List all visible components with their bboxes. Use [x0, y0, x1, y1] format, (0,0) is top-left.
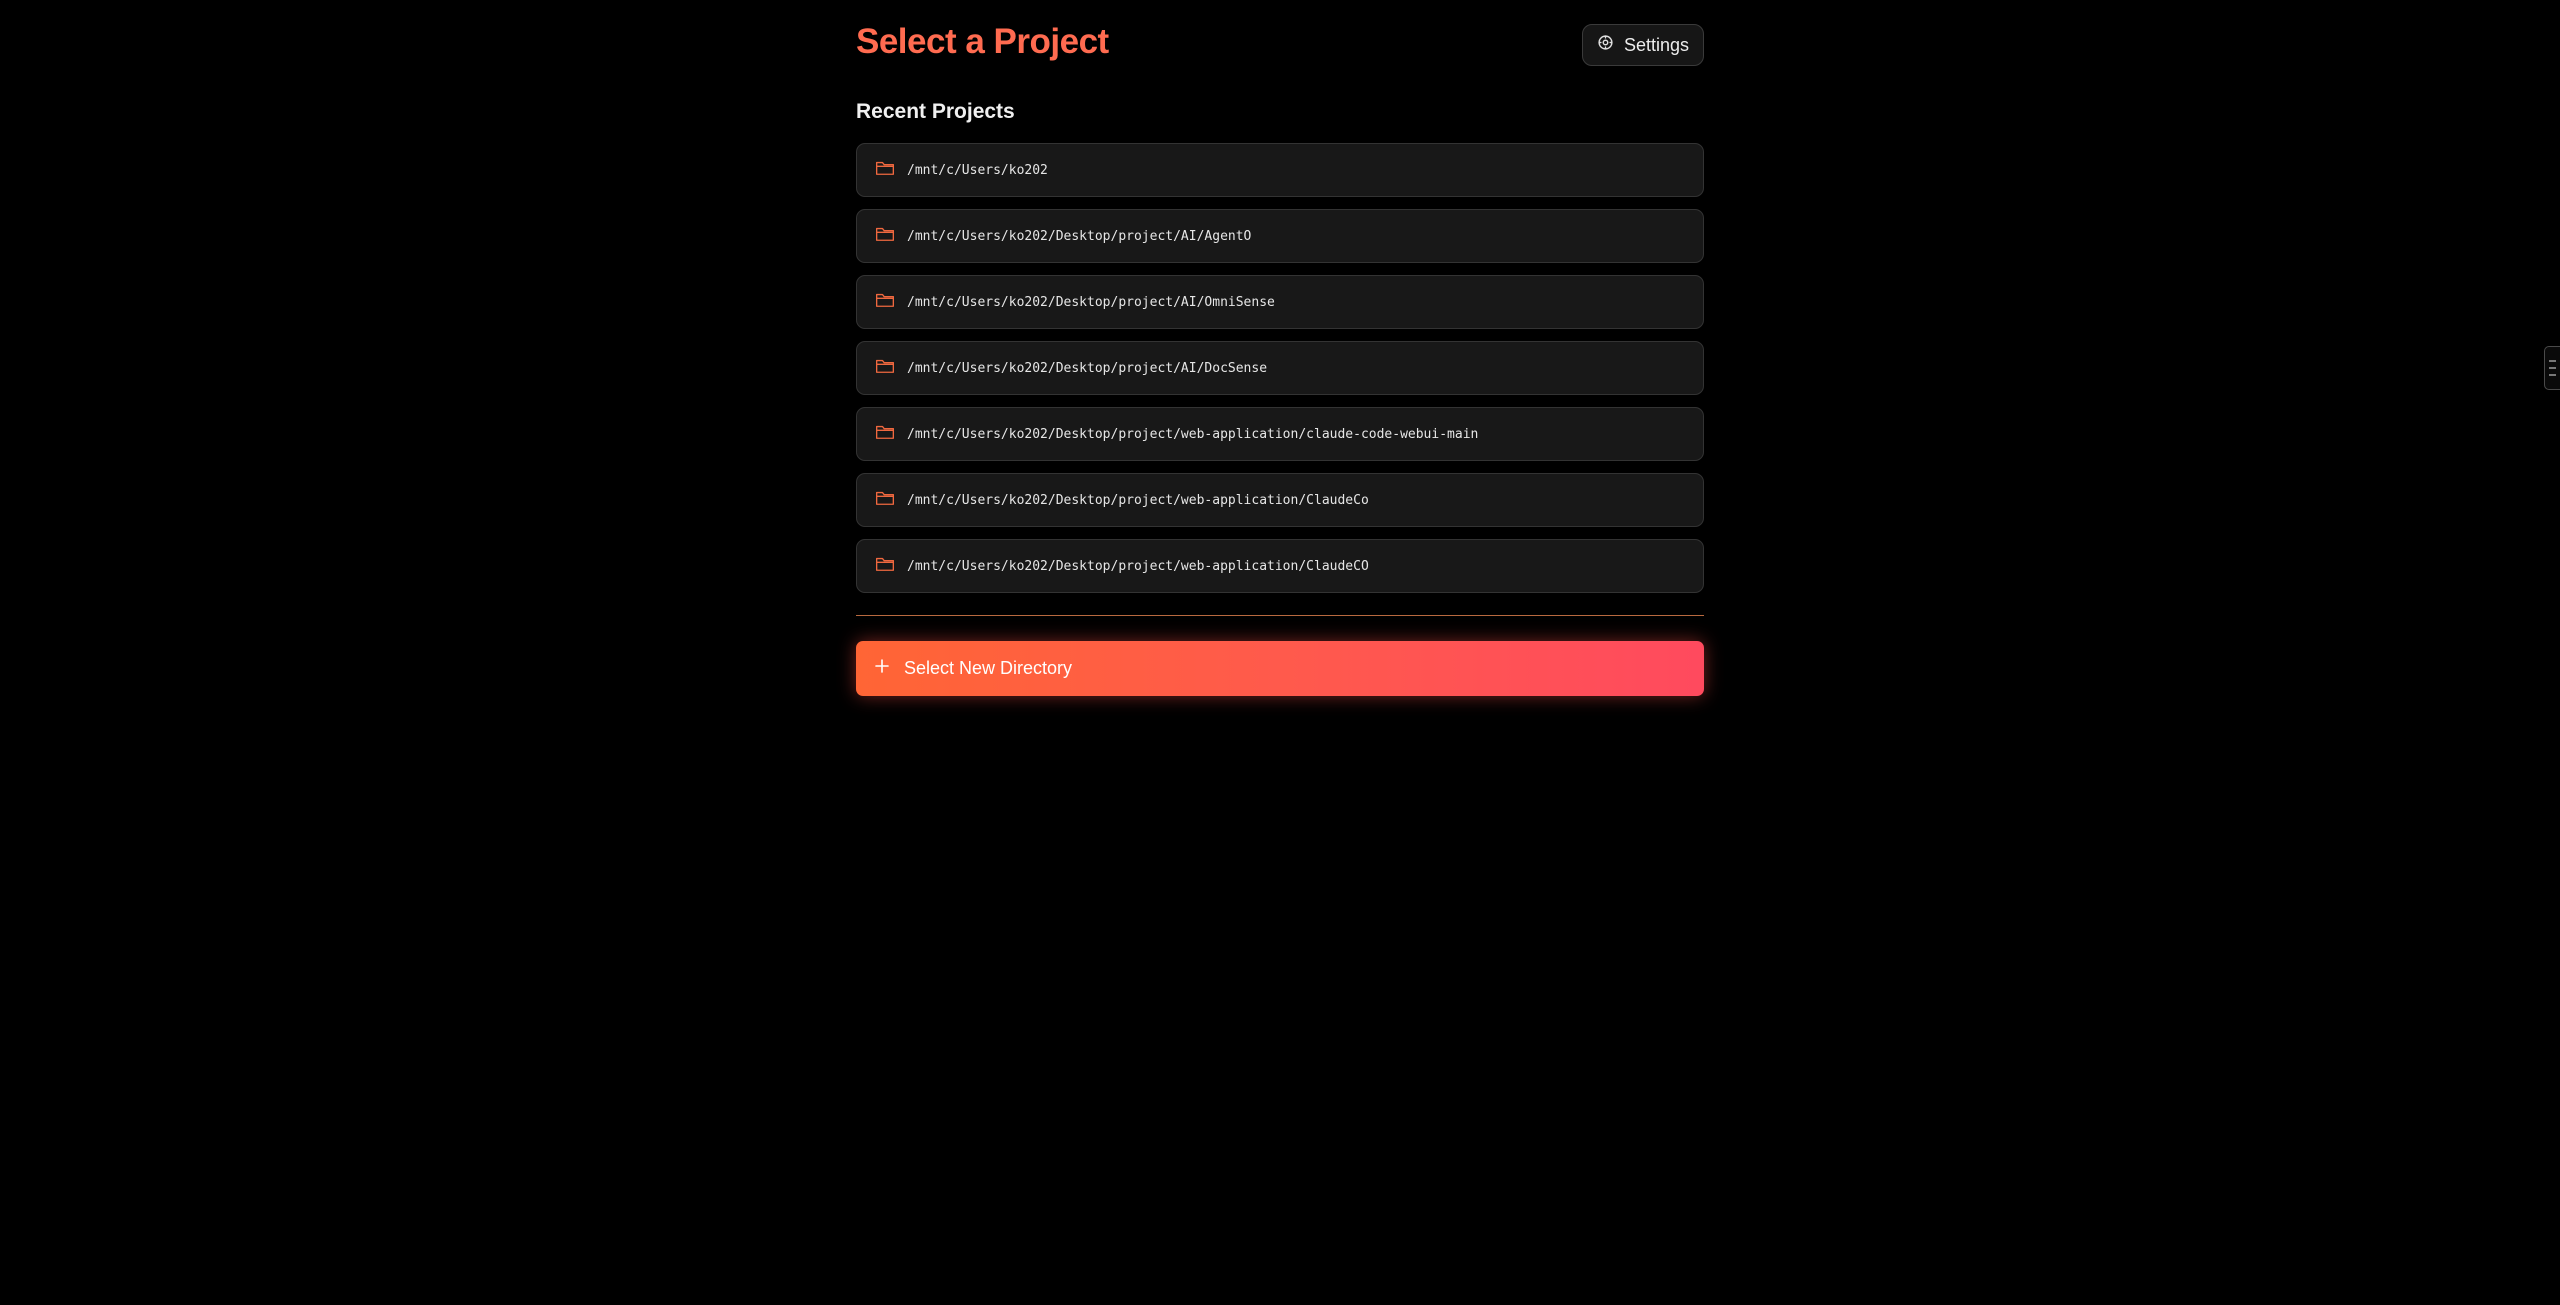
project-item[interactable]: /mnt/c/Users/ko202/Desktop/project/web-a…	[856, 539, 1704, 593]
select-new-directory-button[interactable]: Select New Directory	[856, 641, 1704, 696]
project-path: /mnt/c/Users/ko202/Desktop/project/web-a…	[907, 426, 1479, 442]
grip-line	[2549, 360, 2556, 362]
folder-icon	[875, 423, 895, 446]
gear-icon	[1597, 34, 1614, 56]
grip-line	[2549, 367, 2556, 369]
folder-icon	[875, 159, 895, 182]
project-item[interactable]: /mnt/c/Users/ko202/Desktop/project/AI/Ag…	[856, 209, 1704, 263]
plus-icon	[874, 658, 890, 679]
project-item[interactable]: /mnt/c/Users/ko202	[856, 143, 1704, 197]
project-path: /mnt/c/Users/ko202/Desktop/project/AI/Ag…	[907, 228, 1252, 244]
folder-icon	[875, 291, 895, 314]
folder-icon	[875, 225, 895, 248]
divider	[856, 615, 1704, 616]
header: Select a Project Settings	[856, 0, 1704, 90]
project-item[interactable]: /mnt/c/Users/ko202/Desktop/project/web-a…	[856, 407, 1704, 461]
project-item[interactable]: /mnt/c/Users/ko202/Desktop/project/web-a…	[856, 473, 1704, 527]
project-item[interactable]: /mnt/c/Users/ko202/Desktop/project/AI/Om…	[856, 275, 1704, 329]
settings-button[interactable]: Settings	[1582, 24, 1704, 66]
folder-icon	[875, 489, 895, 512]
side-panel-handle[interactable]	[2544, 346, 2560, 390]
recent-projects-list: /mnt/c/Users/ko202 /mnt/c/Users/ko202/De…	[856, 143, 1704, 605]
select-new-directory-label: Select New Directory	[904, 658, 1073, 678]
grip-line	[2549, 374, 2556, 376]
recent-projects-heading: Recent Projects	[856, 100, 1015, 123]
project-path: /mnt/c/Users/ko202/Desktop/project/web-a…	[907, 558, 1369, 574]
project-path: /mnt/c/Users/ko202/Desktop/project/web-a…	[907, 492, 1369, 508]
settings-label: Settings	[1623, 34, 1690, 55]
folder-icon	[875, 555, 895, 578]
folder-icon	[875, 357, 895, 380]
project-path: /mnt/c/Users/ko202/Desktop/project/AI/Do…	[907, 360, 1268, 376]
page-title: Select a Project	[856, 22, 1109, 61]
project-path: /mnt/c/Users/ko202	[907, 162, 1048, 178]
project-item[interactable]: /mnt/c/Users/ko202/Desktop/project/AI/Do…	[856, 341, 1704, 395]
project-path: /mnt/c/Users/ko202/Desktop/project/AI/Om…	[907, 294, 1275, 310]
project-selector: Select a Project Settings Recent Project…	[856, 0, 1704, 696]
